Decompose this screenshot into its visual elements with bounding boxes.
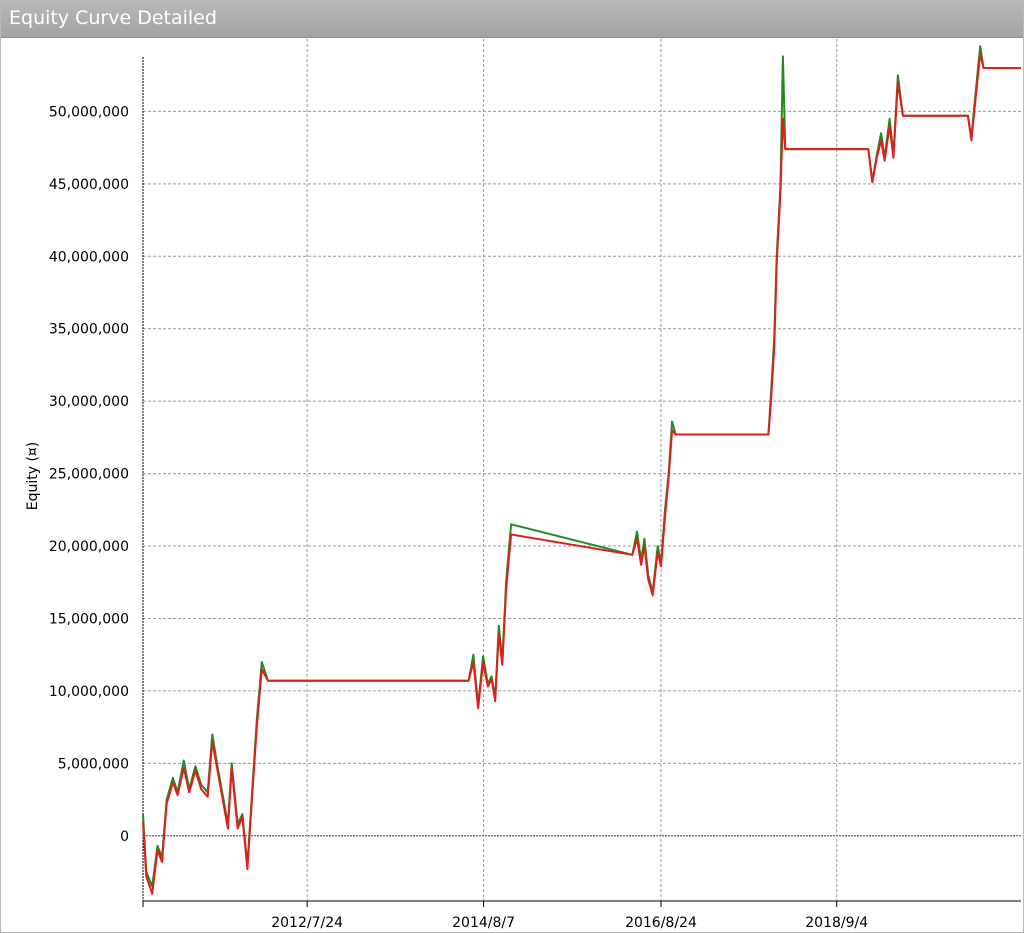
equity-chart: 0 5,000,000 10,000,000 15,000,000 20,000,000…: [25, 39, 1021, 931]
chart-axes: [142, 57, 1021, 907]
chart-grid: [143, 39, 1021, 901]
y-tick-label: 10,000,000: [49, 684, 129, 700]
x-tick-label: 2012/7/24: [271, 915, 343, 931]
y-tick-label: 5,000,000: [58, 756, 129, 772]
y-tick-label: 30,000,000: [49, 394, 129, 410]
x-tick-label: 2014/8/7: [452, 915, 515, 931]
y-tick-label: 0: [120, 829, 129, 845]
y-tick-label: 20,000,000: [49, 539, 129, 555]
y-axis-label: Equity (¤): [25, 442, 41, 511]
x-tick-label: 2016/8/24: [625, 915, 697, 931]
chart-series: [142, 45, 1021, 895]
equity-chart-window: Equity Curve Detailed 0 5,000,000 10,000,0…: [0, 0, 1024, 933]
y-tick-label: 25,000,000: [49, 467, 129, 483]
y-tick-label: 40,000,000: [49, 249, 129, 265]
x-axis-ticks: 2012/7/24 2014/8/7 2016/8/24 2018/9/4: [271, 901, 868, 931]
y-tick-label: 15,000,000: [49, 611, 129, 627]
y-tick-label: 50,000,000: [49, 104, 129, 120]
x-tick-label: 2018/9/4: [805, 915, 868, 931]
equity-series-high: [142, 45, 1021, 888]
y-axis-ticks: 0 5,000,000 10,000,000 15,000,000 20,000,000…: [49, 104, 129, 844]
y-tick-label: 35,000,000: [49, 322, 129, 338]
y-tick-label: 45,000,000: [49, 177, 129, 193]
